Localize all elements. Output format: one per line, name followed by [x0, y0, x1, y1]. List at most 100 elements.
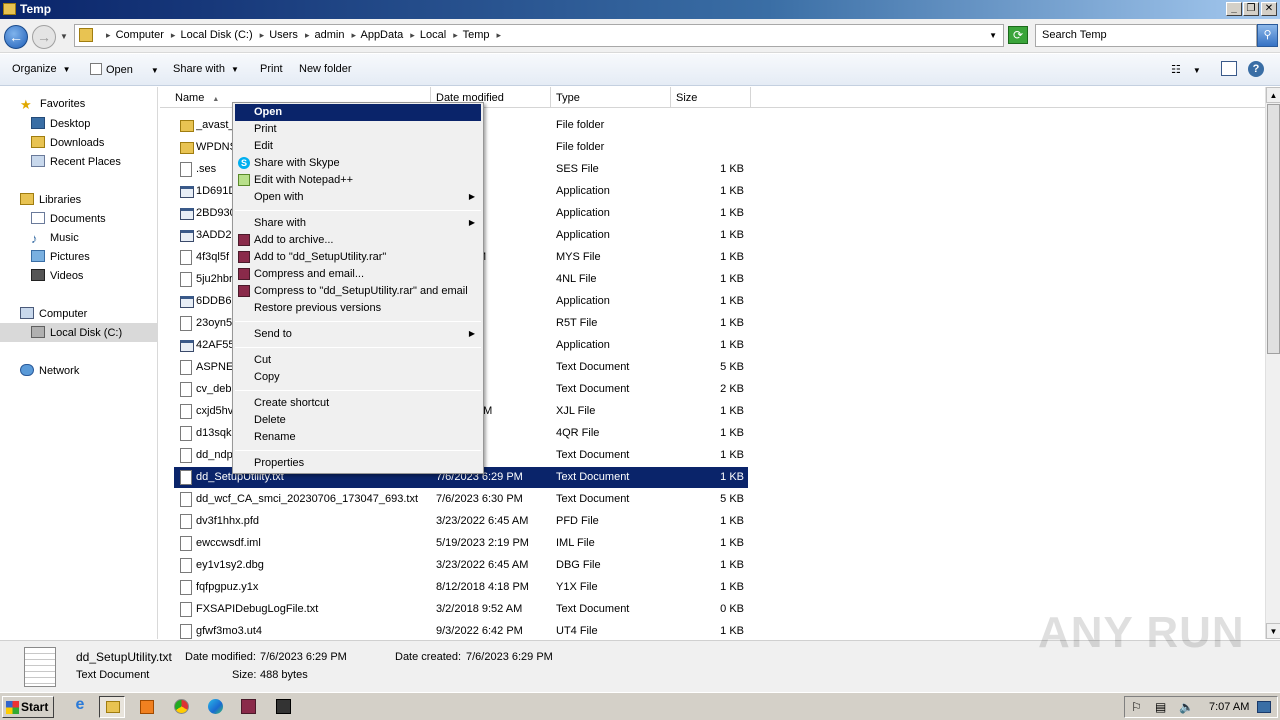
file-type: Application: [556, 295, 610, 307]
app-taskbar-icon[interactable]: [270, 696, 296, 718]
breadcrumb-local[interactable]: Local: [420, 29, 446, 41]
menu-separator: [235, 321, 481, 322]
menu-share-skype[interactable]: S Share with Skype: [235, 155, 481, 172]
file-row[interactable]: dd_wcf_CA_smci_20230706_173047_693.txt 7/…: [174, 489, 748, 510]
address-dropdown-icon[interactable]: ▼: [989, 31, 997, 40]
menu-open-with[interactable]: Open with ▶: [235, 189, 481, 206]
network-tray-icon[interactable]: ▤: [1155, 700, 1166, 714]
search-icon[interactable]: ⚲: [1257, 24, 1278, 47]
file-size: 0 KB: [720, 603, 744, 615]
share-with-label: Share with: [173, 63, 225, 75]
close-button[interactable]: ✕: [1261, 2, 1277, 16]
file-type: Y1X File: [556, 581, 598, 593]
nav-downloads[interactable]: Downloads: [31, 136, 104, 149]
nav-label: Libraries: [39, 194, 82, 206]
preview-pane-icon[interactable]: [1221, 61, 1237, 76]
nav-videos[interactable]: Videos: [31, 269, 83, 282]
breadcrumb-local-disk[interactable]: Local Disk (C:): [180, 29, 252, 41]
menu-edit[interactable]: Edit: [235, 138, 481, 155]
open-label: Open: [106, 64, 133, 76]
menu-share-with[interactable]: Share with ▶: [235, 215, 481, 232]
file-row[interactable]: gfwf3mo3.ut4 9/3/2022 6:42 PM UT4 File 1 KB: [174, 621, 748, 642]
nav-local-disk[interactable]: Local Disk (C:): [31, 326, 122, 339]
file-icon: [180, 514, 192, 529]
menu-compress-rar-email[interactable]: Compress to "dd_SetupUtility.rar" and em…: [235, 283, 481, 300]
menu-cut[interactable]: Cut: [235, 352, 481, 369]
new-folder-button[interactable]: New folder: [299, 63, 352, 75]
edge-icon[interactable]: [202, 696, 228, 718]
refresh-icon[interactable]: ⟳: [1008, 26, 1028, 44]
nav-computer[interactable]: Computer: [20, 307, 87, 320]
file-row[interactable]: FXSAPIDebugLogFile.txt 3/2/2018 9:52 AM Te…: [174, 599, 748, 620]
print-button[interactable]: Print: [260, 63, 283, 75]
flag-icon[interactable]: ⚐: [1131, 700, 1142, 714]
menu-delete[interactable]: Delete: [235, 412, 481, 429]
file-size: 1 KB: [720, 515, 744, 527]
breadcrumb-appdata[interactable]: AppData: [360, 29, 403, 41]
file-row[interactable]: fqfpgpuz.y1x 8/12/2018 4:18 PM Y1X File 1 K…: [174, 577, 748, 598]
chrome-icon[interactable]: [168, 696, 194, 718]
nav-documents[interactable]: Documents: [31, 212, 106, 225]
open-button[interactable]: Open ▼: [90, 63, 159, 76]
breadcrumb-users[interactable]: Users: [269, 29, 298, 41]
nav-desktop[interactable]: Desktop: [31, 117, 90, 130]
nav-music[interactable]: ♪ Music: [31, 231, 79, 246]
view-options-icon[interactable]: ☷ ▼: [1171, 63, 1201, 76]
explorer-taskbar-button[interactable]: [99, 696, 125, 718]
menu-separator: [235, 210, 481, 211]
menu-add-rar[interactable]: Add to "dd_SetupUtility.rar": [235, 249, 481, 266]
menu-separator: [235, 390, 481, 391]
breadcrumb-temp[interactable]: Temp: [463, 29, 490, 41]
breadcrumb: ▸ Computer ▸ Local Disk (C:) ▸ Users ▸ admi…: [106, 29, 502, 41]
menu-print[interactable]: Print: [235, 121, 481, 138]
nav-recent-places[interactable]: Recent Places: [31, 155, 121, 168]
menu-send-to[interactable]: Send to ▶: [235, 326, 481, 343]
organize-button[interactable]: Organize ▼: [12, 63, 71, 75]
help-icon[interactable]: ?: [1248, 61, 1264, 77]
nav-network[interactable]: Network: [20, 364, 79, 377]
start-button[interactable]: Start: [2, 696, 54, 718]
menu-rename[interactable]: Rename: [235, 429, 481, 446]
nav-libraries[interactable]: Libraries: [20, 193, 81, 206]
volume-icon[interactable]: 🔈: [1179, 700, 1194, 714]
menu-create-shortcut[interactable]: Create shortcut: [235, 395, 481, 412]
file-row[interactable]: dv3f1hhx.pfd 3/23/2022 6:45 AM PFD File 1 K…: [174, 511, 748, 532]
scroll-down-icon[interactable]: ▼: [1266, 623, 1280, 639]
menu-edit-notepadpp[interactable]: Edit with Notepad++: [235, 172, 481, 189]
share-with-button[interactable]: Share with ▼: [173, 63, 239, 75]
winrar-taskbar-icon[interactable]: [235, 696, 261, 718]
menu-copy[interactable]: Copy: [235, 369, 481, 386]
column-type[interactable]: Type: [551, 87, 671, 108]
breadcrumb-computer[interactable]: Computer: [116, 29, 164, 41]
menu-add-archive[interactable]: Add to archive...: [235, 232, 481, 249]
back-button[interactable]: ←: [4, 25, 28, 49]
vertical-scrollbar[interactable]: ▲ ▼: [1265, 87, 1280, 639]
scroll-up-icon[interactable]: ▲: [1266, 87, 1280, 103]
menu-restore-versions[interactable]: Restore previous versions: [235, 300, 481, 317]
recent-pages-chevron-icon[interactable]: ▼: [60, 32, 68, 41]
nav-favorites[interactable]: ★ Favorites: [20, 97, 85, 112]
file-row[interactable]: ey1v1sy2.dbg 3/23/2022 6:45 AM DBG File 1 K…: [174, 555, 748, 576]
column-size[interactable]: Size: [671, 87, 751, 108]
breadcrumb-admin[interactable]: admin: [315, 29, 345, 41]
address-bar[interactable]: ▸ Computer ▸ Local Disk (C:) ▸ Users ▸ admi…: [74, 24, 1004, 47]
ie-icon[interactable]: e: [67, 696, 93, 718]
minimize-button[interactable]: _: [1226, 2, 1242, 16]
music-icon: ♪: [31, 231, 38, 246]
menu-compress-email[interactable]: Compress and email...: [235, 266, 481, 283]
menu-properties[interactable]: Properties: [235, 455, 481, 472]
forward-button[interactable]: →: [32, 25, 56, 49]
media-player-icon[interactable]: [134, 696, 160, 718]
file-name: ey1v1sy2.dbg: [196, 559, 264, 571]
show-desktop-icon[interactable]: [1257, 701, 1271, 713]
scroll-thumb[interactable]: [1267, 104, 1280, 354]
clock[interactable]: 7:07 AM: [1209, 701, 1249, 713]
menu-open[interactable]: Open: [235, 104, 481, 121]
file-row[interactable]: ewccwsdf.iml 5/19/2023 2:19 PM IML File 1 K…: [174, 533, 748, 554]
file-size: 1 KB: [720, 185, 744, 197]
restore-button[interactable]: ❐: [1243, 2, 1259, 16]
file-type: IML File: [556, 537, 595, 549]
search-input[interactable]: Search Temp: [1035, 24, 1257, 47]
nav-pictures[interactable]: Pictures: [31, 250, 90, 263]
file-size: 1 KB: [720, 449, 744, 461]
